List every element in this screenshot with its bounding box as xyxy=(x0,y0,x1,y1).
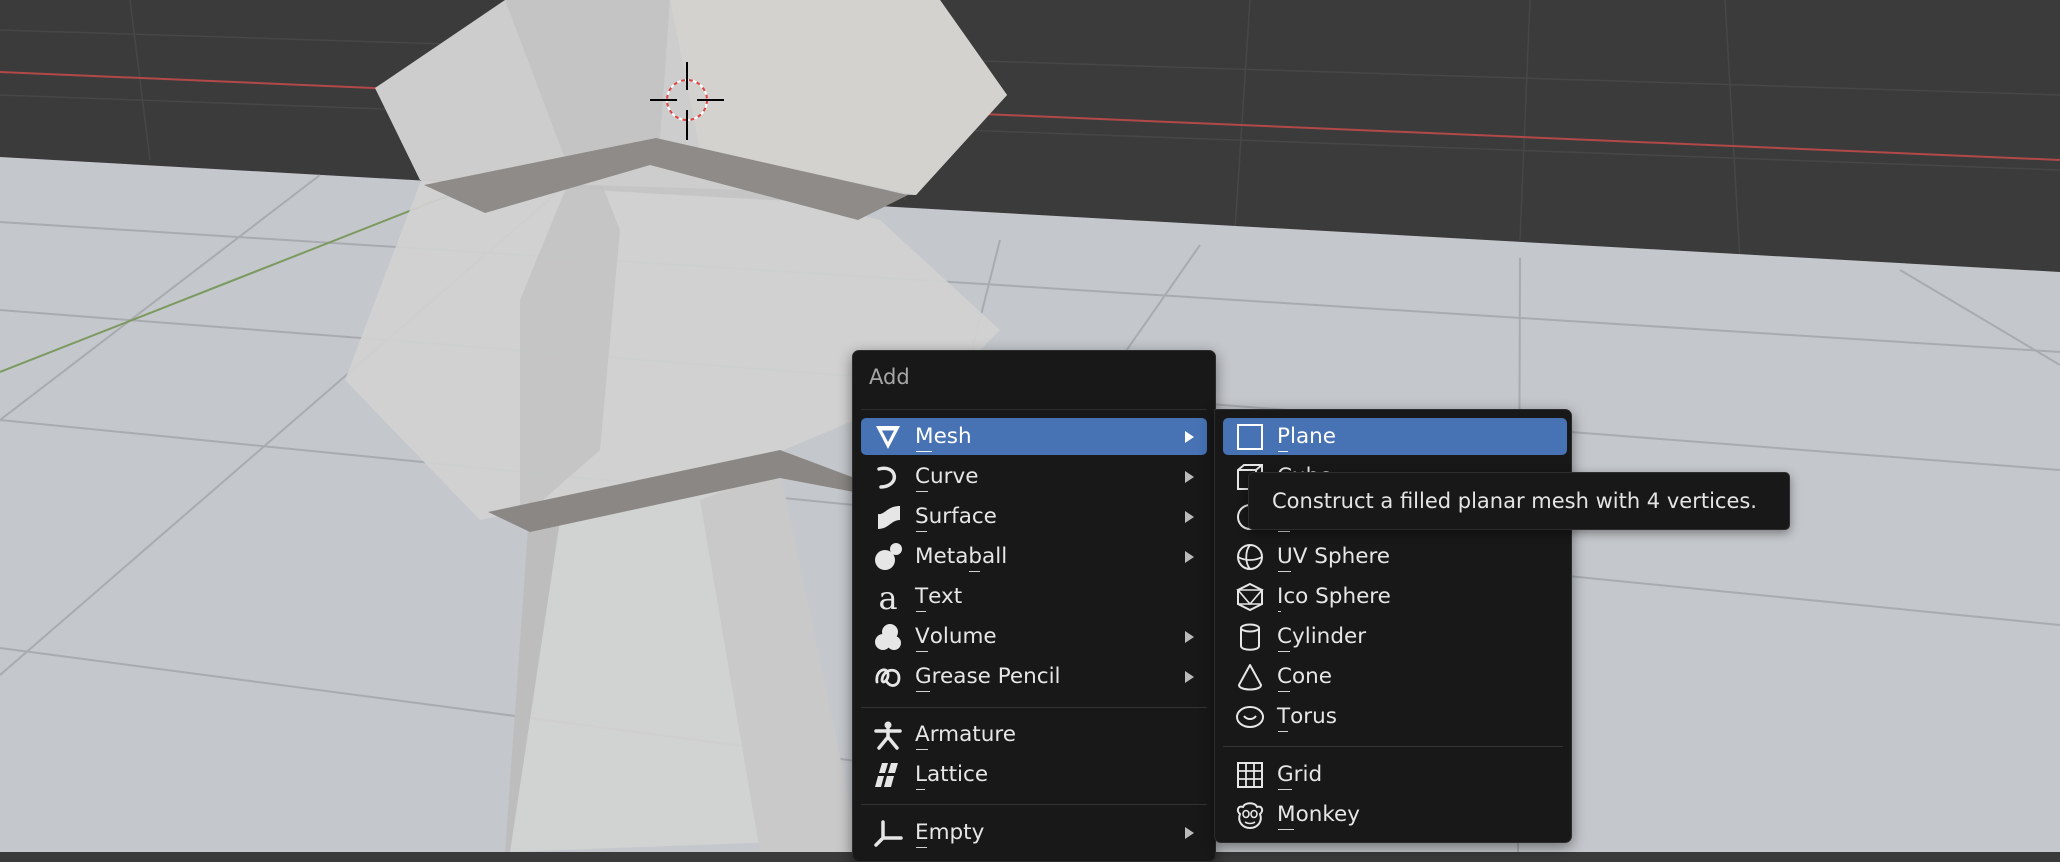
submenu-arrow-icon xyxy=(1181,418,1197,455)
menu-item-label: Metaball xyxy=(915,544,1008,572)
uv-sphere-icon xyxy=(1235,542,1265,572)
submenu-arrow-icon xyxy=(1181,538,1197,575)
curve-icon xyxy=(873,462,903,492)
menu-item-label: Torus xyxy=(1277,704,1337,732)
add-menu-title: Add xyxy=(869,365,910,389)
cylinder-icon xyxy=(1235,622,1265,652)
divider xyxy=(1223,746,1563,747)
submenu-arrow-icon xyxy=(1181,618,1197,655)
menu-item-label: Cone xyxy=(1277,664,1333,692)
menu-item-monkey[interactable]: Monkey xyxy=(1223,796,1567,833)
menu-item-label: Volume xyxy=(915,624,997,652)
tooltip: Construct a filled planar mesh with 4 ve… xyxy=(1248,472,1790,530)
menu-item-label: Plane xyxy=(1277,424,1336,452)
menu-item-curve[interactable]: Curve xyxy=(861,458,1207,495)
divider xyxy=(861,409,1207,410)
menu-item-label: Empty xyxy=(915,820,985,848)
menu-item-lattice[interactable]: Lattice xyxy=(861,756,1207,793)
menu-item-label: Cylinder xyxy=(1277,624,1367,652)
cone-icon xyxy=(1235,662,1265,692)
submenu-arrow-icon xyxy=(1181,814,1197,851)
menu-item-label: Mesh xyxy=(915,424,972,452)
menu-item-label: Text xyxy=(915,584,963,612)
menu-item-label: Ico Sphere xyxy=(1277,584,1391,612)
submenu-arrow-icon xyxy=(1181,658,1197,695)
metaball-icon xyxy=(873,542,903,572)
text-icon: a xyxy=(873,582,903,612)
menu-item-plane[interactable]: Plane xyxy=(1223,418,1567,455)
tooltip-text: Construct a filled planar mesh with 4 ve… xyxy=(1272,489,1757,513)
grease-pencil-icon xyxy=(873,662,903,692)
menu-item-grease-pencil[interactable]: Grease Pencil xyxy=(861,658,1207,695)
armature-icon xyxy=(873,720,903,750)
menu-item-empty[interactable]: Empty xyxy=(861,814,1207,851)
volume-icon xyxy=(873,622,903,652)
menu-item-label: UV Sphere xyxy=(1277,544,1391,572)
lattice-icon xyxy=(873,760,903,790)
menu-item-torus[interactable]: Torus xyxy=(1223,698,1567,735)
menu-item-cone[interactable]: Cone xyxy=(1223,658,1567,695)
divider xyxy=(861,707,1207,708)
submenu-arrow-icon xyxy=(1181,458,1197,495)
menu-item-label: Curve xyxy=(915,464,979,492)
submenu-arrow-icon xyxy=(1181,498,1197,535)
menu-item-text[interactable]: a Text xyxy=(861,578,1207,615)
menu-item-label: Monkey xyxy=(1277,802,1360,830)
empty-icon xyxy=(873,818,903,848)
svg-text:a: a xyxy=(878,582,897,612)
menu-item-mesh[interactable]: Mesh xyxy=(861,418,1207,455)
grid-icon xyxy=(1235,760,1265,790)
menu-item-label: Grid xyxy=(1277,762,1323,790)
menu-item-volume[interactable]: Volume xyxy=(861,618,1207,655)
menu-item-label: Grease Pencil xyxy=(915,664,1061,692)
menu-item-uv-sphere[interactable]: UV Sphere xyxy=(1223,538,1567,575)
menu-item-label: Armature xyxy=(915,722,1016,750)
menu-item-ico-sphere[interactable]: Ico Sphere xyxy=(1223,578,1567,615)
surface-icon xyxy=(873,502,903,532)
menu-item-label: Surface xyxy=(915,504,997,532)
torus-icon xyxy=(1235,702,1265,732)
menu-item-metaball[interactable]: Metaball xyxy=(861,538,1207,575)
menu-item-armature[interactable]: Armature xyxy=(861,716,1207,753)
mesh-icon xyxy=(873,422,903,452)
add-menu: Add Mesh Curve Surface Metaball a Text V… xyxy=(852,350,1216,862)
monkey-icon xyxy=(1235,800,1265,830)
divider xyxy=(861,804,1207,805)
menu-item-cylinder[interactable]: Cylinder xyxy=(1223,618,1567,655)
plane-icon xyxy=(1235,422,1265,452)
menu-item-label: Lattice xyxy=(915,762,989,790)
ico-sphere-icon xyxy=(1235,582,1265,612)
menu-item-surface[interactable]: Surface xyxy=(861,498,1207,535)
menu-item-grid[interactable]: Grid xyxy=(1223,756,1567,793)
